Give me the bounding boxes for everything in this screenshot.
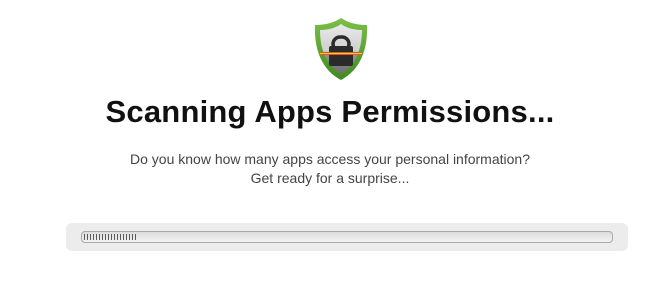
shield-lock-scan-icon	[312, 16, 370, 82]
subtitle-line-1: Do you know how many apps access your pe…	[130, 151, 530, 167]
scan-screen: Scanning Apps Permissions... Do you know…	[0, 0, 660, 296]
subtitle-line-2: Get ready for a surprise...	[250, 170, 410, 186]
progress-fill	[84, 234, 137, 240]
progress-bar	[81, 231, 613, 243]
progress-container	[66, 223, 628, 251]
subtitle: Do you know how many apps access your pe…	[0, 150, 660, 188]
page-title: Scanning Apps Permissions...	[105, 94, 555, 129]
